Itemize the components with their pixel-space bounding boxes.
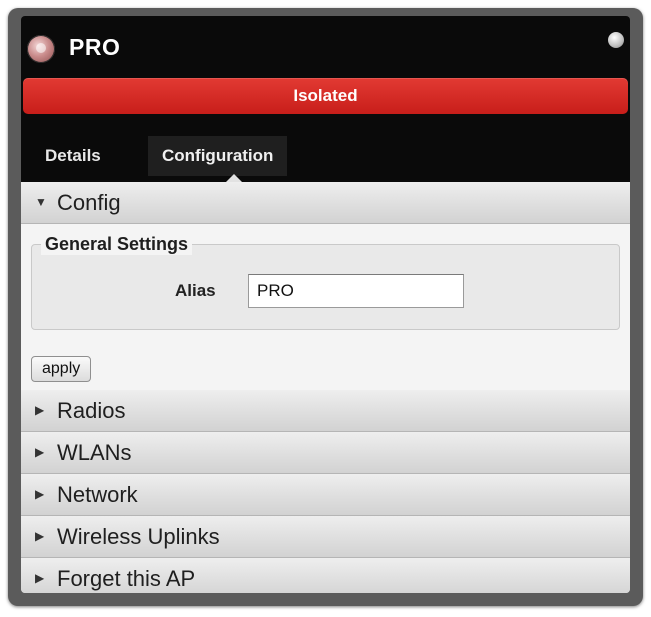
- title-bar: PRO: [21, 16, 630, 76]
- tab-details[interactable]: Details: [31, 136, 115, 176]
- section-network-label: Network: [57, 482, 138, 507]
- window-title: PRO: [69, 34, 121, 60]
- triangle-right-icon: ▶: [35, 571, 45, 585]
- section-radios-label: Radios: [57, 398, 126, 423]
- section-radios-header[interactable]: ▶ Radios: [21, 390, 630, 432]
- general-settings-title: General Settings: [41, 234, 193, 255]
- status-badge: Isolated: [23, 78, 628, 114]
- alias-input[interactable]: [248, 274, 464, 308]
- section-wlans-label: WLANs: [57, 440, 132, 465]
- apply-button[interactable]: apply: [31, 356, 92, 382]
- window-body: PRO Isolated Details Configuration ▼ Con…: [21, 16, 630, 593]
- active-tab-pointer-icon: [226, 174, 242, 182]
- section-config-header[interactable]: ▼ Config: [21, 182, 630, 224]
- section-forget-ap-header[interactable]: ▶ Forget this AP: [21, 558, 630, 593]
- section-wireless-uplinks-label: Wireless Uplinks: [57, 524, 220, 549]
- section-wireless-uplinks-header[interactable]: ▶ Wireless Uplinks: [21, 516, 630, 558]
- tab-configuration[interactable]: Configuration: [148, 136, 288, 176]
- section-wlans-header[interactable]: ▶ WLANs: [21, 432, 630, 474]
- section-network-header[interactable]: ▶ Network: [21, 474, 630, 516]
- triangle-down-icon: ▼: [35, 195, 47, 209]
- triangle-right-icon: ▶: [35, 487, 45, 501]
- section-forget-ap-label: Forget this AP: [57, 566, 196, 591]
- section-config-label: Config: [57, 190, 121, 215]
- close-icon[interactable]: [608, 32, 624, 48]
- triangle-right-icon: ▶: [35, 445, 45, 459]
- ap-window: PRO Isolated Details Configuration ▼ Con…: [8, 8, 643, 606]
- alias-label: Alias: [175, 281, 216, 300]
- triangle-right-icon: ▶: [35, 529, 45, 543]
- access-point-icon: [27, 35, 55, 63]
- triangle-right-icon: ▶: [35, 403, 45, 417]
- configuration-panel: ▼ Config General Settings Alias apply ▶ …: [21, 182, 630, 593]
- tab-bar: Details Configuration: [21, 118, 630, 184]
